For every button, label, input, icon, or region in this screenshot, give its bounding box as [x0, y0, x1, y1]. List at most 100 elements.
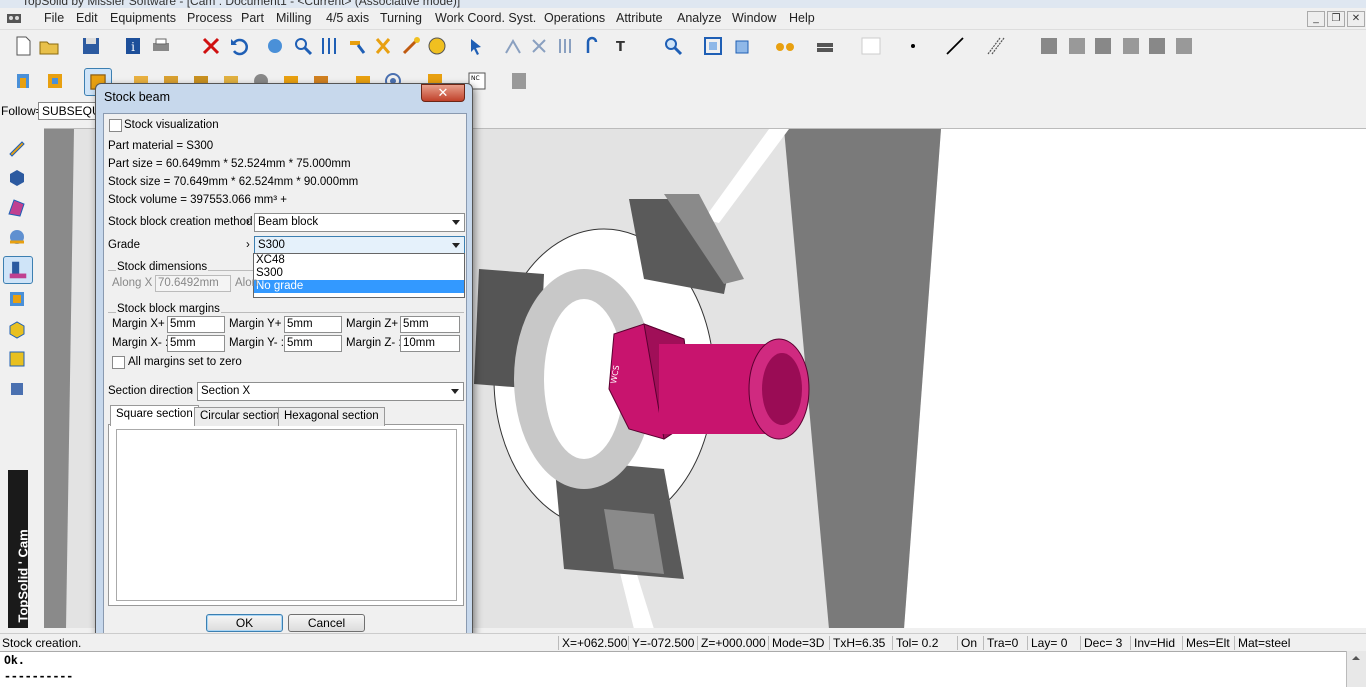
tab-square-section[interactable]: Square section — [110, 405, 199, 426]
robot-icon[interactable] — [6, 378, 28, 400]
menu-part[interactable]: Part — [241, 11, 264, 25]
menu-operations[interactable]: Operations — [544, 11, 605, 25]
print-icon[interactable] — [150, 35, 172, 57]
point-style-icon[interactable] — [902, 35, 924, 57]
layers-icon[interactable] — [814, 35, 836, 57]
cam-mode-active-icon[interactable] — [3, 256, 33, 284]
mold-icon[interactable] — [6, 348, 28, 370]
menu-file[interactable]: File — [44, 11, 64, 25]
status-lay[interactable]: Lay= 0 — [1027, 636, 1067, 650]
select-icon[interactable] — [466, 35, 488, 57]
zoom-icon[interactable] — [292, 35, 314, 57]
margin-ym-field[interactable]: 5mm — [284, 335, 342, 352]
status-mat[interactable]: Mat=steel — [1234, 636, 1290, 650]
stock-visualization-checkbox[interactable] — [109, 119, 122, 132]
surface-icon[interactable] — [6, 196, 28, 218]
scroll-up-icon[interactable] — [1347, 651, 1365, 663]
gray-tool-1-icon[interactable] — [1038, 35, 1060, 57]
shape-icon[interactable] — [6, 166, 28, 188]
view-icon[interactable] — [732, 35, 754, 57]
curve-tool-icon[interactable] — [502, 35, 524, 57]
all-margins-zero-checkbox[interactable] — [112, 356, 125, 369]
status-mode[interactable]: Mode=3D — [768, 636, 824, 650]
hook-tool-icon[interactable] — [580, 35, 602, 57]
margin-xp-field[interactable]: 5mm — [167, 316, 225, 333]
open-folder-icon[interactable] — [38, 35, 60, 57]
settings-sliders-icon[interactable] — [318, 35, 340, 57]
menu-turning[interactable]: Turning — [380, 11, 422, 25]
delete-icon[interactable] — [200, 35, 222, 57]
menu-analyze[interactable]: Analyze — [677, 11, 721, 25]
status-mes[interactable]: Mes=Elt — [1182, 636, 1230, 650]
save-icon[interactable] — [80, 35, 102, 57]
dialog-close-button[interactable]: ✕ — [421, 84, 465, 102]
gray-tool-4-icon[interactable] — [1120, 35, 1142, 57]
grade-option-no-grade[interactable]: No grade — [254, 280, 464, 293]
status-txh[interactable]: TxH=6.35 — [829, 636, 885, 650]
line-style-icon[interactable] — [944, 35, 966, 57]
app-icon[interactable] — [6, 11, 22, 25]
creation-method-select[interactable]: Beam block — [254, 213, 465, 232]
message-console[interactable]: Ok. ---------- — [0, 651, 1346, 687]
menu-attribute[interactable]: Attribute — [616, 11, 663, 25]
menu-equipments[interactable]: Equipments — [110, 11, 176, 25]
info-icon[interactable]: i — [122, 35, 144, 57]
gray-tool-3-icon[interactable] — [1092, 35, 1114, 57]
menu-help[interactable]: Help — [789, 11, 815, 25]
gray-tool-5-icon[interactable] — [1146, 35, 1168, 57]
restore-button[interactable]: ❐ — [1327, 11, 1345, 27]
tab-hexagonal-section[interactable]: Hexagonal section — [278, 407, 385, 426]
ok-button[interactable]: OK — [206, 614, 283, 632]
menu-window[interactable]: Window — [732, 11, 776, 25]
menu-edit[interactable]: Edit — [76, 11, 98, 25]
margin-zm-field[interactable]: 10mm — [400, 335, 460, 352]
menu-45axis[interactable]: 4/5 axis — [326, 11, 369, 25]
stock-tool-icon[interactable] — [12, 70, 34, 92]
undo-icon[interactable] — [228, 35, 250, 57]
text-tool-icon[interactable]: T — [612, 35, 634, 57]
menu-process[interactable]: Process — [187, 11, 232, 25]
status-tol[interactable]: Tol= 0.2 — [892, 636, 938, 650]
cut-tool-icon[interactable] — [528, 35, 550, 57]
along-x-field[interactable]: 70.6492mm — [155, 275, 231, 292]
tools-icon[interactable] — [372, 35, 394, 57]
hatch-style-icon[interactable] — [985, 35, 1007, 57]
zoom-fit-icon[interactable] — [702, 35, 724, 57]
new-document-icon[interactable] — [12, 35, 34, 57]
console-scrollbar[interactable] — [1346, 651, 1366, 687]
status-inv[interactable]: Inv=Hid — [1130, 636, 1175, 650]
section-direction-select[interactable]: Section X — [197, 382, 464, 401]
grade-option-xc48[interactable]: XC48 — [254, 254, 464, 267]
status-on[interactable]: On — [957, 636, 977, 650]
status-dec[interactable]: Dec= 3 — [1080, 636, 1122, 650]
status-tra[interactable]: Tra=0 — [983, 636, 1018, 650]
tab-circular-section[interactable]: Circular section — [194, 407, 286, 426]
close-button[interactable]: ✕ — [1347, 11, 1365, 27]
zoom-in-icon[interactable] — [662, 35, 684, 57]
refresh-icon[interactable] — [264, 35, 286, 57]
menu-work-coord[interactable]: Work Coord. Syst. — [435, 11, 536, 25]
parallel-tool-icon[interactable] — [554, 35, 576, 57]
grade-option-s300[interactable]: S300 — [254, 267, 464, 280]
ruler-icon[interactable] — [426, 35, 448, 57]
dialog-title: Stock beam — [104, 90, 171, 104]
wand-icon[interactable] — [400, 35, 422, 57]
cancel-button[interactable]: Cancel — [288, 614, 365, 632]
menu-milling[interactable]: Milling — [276, 11, 311, 25]
margin-xm-field[interactable]: 5mm — [167, 335, 225, 352]
margin-yp-field[interactable]: 5mm — [284, 316, 342, 333]
minimize-button[interactable]: _ — [1307, 11, 1325, 27]
machining-icon[interactable] — [6, 288, 28, 310]
color-swatch-icon[interactable] — [860, 35, 882, 57]
glasses-icon[interactable] — [774, 35, 796, 57]
machine-tool-icon[interactable] — [44, 70, 66, 92]
sketch-icon[interactable] — [6, 136, 28, 158]
part-icon[interactable] — [6, 318, 28, 340]
assembly-icon[interactable] — [6, 226, 28, 248]
status-z: Z=+000.000 — [697, 636, 766, 650]
document-tool-icon[interactable] — [508, 70, 530, 92]
gray-tool-6-icon[interactable] — [1173, 35, 1195, 57]
hammer-icon[interactable] — [346, 35, 368, 57]
margin-zp-field[interactable]: 5mm — [400, 316, 460, 333]
gray-tool-2-icon[interactable] — [1066, 35, 1088, 57]
